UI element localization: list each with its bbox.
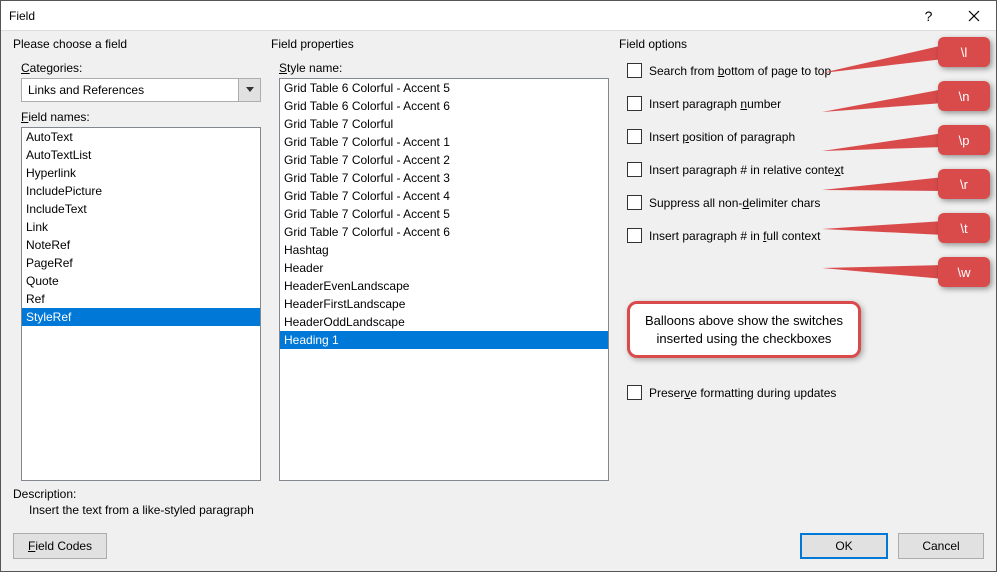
field-options-column: Field options Search from bottom of page…: [619, 37, 984, 481]
option-label: Search from bottom of page to top: [649, 64, 831, 78]
list-item[interactable]: Link: [22, 218, 260, 236]
choose-field-column: Please choose a field Categories: Links …: [13, 37, 261, 481]
help-button[interactable]: ?: [906, 1, 951, 31]
list-item[interactable]: IncludeText: [22, 200, 260, 218]
list-item[interactable]: Grid Table 6 Colorful - Accent 5: [280, 79, 608, 97]
switch-balloon: \r: [938, 169, 990, 199]
list-item[interactable]: Grid Table 7 Colorful - Accent 6: [280, 223, 608, 241]
list-item[interactable]: Grid Table 7 Colorful - Accent 1: [280, 133, 608, 151]
balloon-tail-icon: [814, 167, 954, 211]
close-icon: [968, 10, 980, 22]
option-checkbox[interactable]: [627, 96, 642, 111]
preserve-formatting-label: Preserve formatting during updates: [649, 386, 836, 400]
list-item[interactable]: Grid Table 6 Colorful - Accent 6: [280, 97, 608, 115]
list-item[interactable]: AutoText: [22, 128, 260, 146]
style-name-label: Style name:: [279, 61, 609, 75]
option-checkbox[interactable]: [627, 195, 642, 210]
list-item[interactable]: PageRef: [22, 254, 260, 272]
description-section: Description: Insert the text from a like…: [1, 481, 996, 519]
preserve-formatting-row: Preserve formatting during updates: [627, 385, 984, 400]
switch-balloon: \t: [938, 213, 990, 243]
button-row: Field Codes OK Cancel: [1, 519, 996, 571]
list-item[interactable]: StyleRef: [22, 308, 260, 326]
switch-balloon: \p: [938, 125, 990, 155]
balloon-tail-icon: [814, 123, 954, 167]
option-checkbox[interactable]: [627, 228, 642, 243]
list-item[interactable]: Grid Table 7 Colorful - Accent 5: [280, 205, 608, 223]
dialog-title: Field: [1, 9, 906, 23]
balloon-tail-icon: [814, 255, 954, 299]
list-item[interactable]: Hashtag: [280, 241, 608, 259]
switch-balloon: \n: [938, 81, 990, 111]
dialog-content: Please choose a field Categories: Links …: [1, 31, 996, 481]
list-item[interactable]: Grid Table 7 Colorful: [280, 115, 608, 133]
choose-field-label: Please choose a field: [13, 37, 261, 51]
list-item[interactable]: Header: [280, 259, 608, 277]
preserve-formatting-checkbox[interactable]: [627, 385, 642, 400]
balloon-tail-icon: [814, 211, 954, 255]
balloon-tail-icon: [814, 35, 954, 79]
switch-balloon: \l: [938, 37, 990, 67]
annotation-infobox: Balloons above show the switches inserte…: [627, 301, 861, 358]
description-label: Description:: [13, 487, 984, 501]
dropdown-arrow-icon: [238, 79, 260, 101]
option-checkbox[interactable]: [627, 63, 642, 78]
option-label: Insert paragraph number: [649, 97, 781, 111]
list-item[interactable]: Heading 1: [280, 331, 608, 349]
list-item[interactable]: HeaderOddLandscape: [280, 313, 608, 331]
list-item[interactable]: Grid Table 7 Colorful - Accent 2: [280, 151, 608, 169]
list-item[interactable]: Grid Table 7 Colorful - Accent 3: [280, 169, 608, 187]
option-label: Suppress all non-delimiter chars: [649, 196, 820, 210]
list-item[interactable]: Quote: [22, 272, 260, 290]
field-names-label: Field names:: [21, 110, 261, 124]
option-label: Insert position of paragraph: [649, 130, 795, 144]
list-item[interactable]: HeaderFirstLandscape: [280, 295, 608, 313]
list-item[interactable]: HeaderEvenLandscape: [280, 277, 608, 295]
switch-balloon: \w: [938, 257, 990, 287]
field-names-listbox[interactable]: AutoTextAutoTextListHyperlinkIncludePict…: [21, 127, 261, 481]
titlebar: Field ?: [1, 1, 996, 31]
field-codes-button[interactable]: Field Codes: [13, 533, 107, 559]
description-text: Insert the text from a like-styled parag…: [13, 501, 984, 517]
field-dialog: Field ? Please choose a field Categories…: [0, 0, 997, 572]
option-checkbox[interactable]: [627, 129, 642, 144]
categories-dropdown[interactable]: Links and References: [21, 78, 261, 102]
field-properties-column: Field properties Style name: Grid Table …: [271, 37, 609, 481]
categories-label: Categories:: [21, 61, 261, 75]
close-button[interactable]: [951, 1, 996, 31]
ok-button[interactable]: OK: [800, 533, 888, 559]
balloon-tail-icon: [814, 79, 954, 123]
cancel-button[interactable]: Cancel: [898, 533, 984, 559]
option-checkbox[interactable]: [627, 162, 642, 177]
list-item[interactable]: AutoTextList: [22, 146, 260, 164]
list-item[interactable]: IncludePicture: [22, 182, 260, 200]
style-name-listbox[interactable]: Grid Table 6 Colorful - Accent 5Grid Tab…: [279, 78, 609, 481]
option-label: Insert paragraph # in full context: [649, 229, 820, 243]
list-item[interactable]: NoteRef: [22, 236, 260, 254]
list-item[interactable]: Grid Table 7 Colorful - Accent 4: [280, 187, 608, 205]
field-properties-label: Field properties: [271, 37, 609, 51]
list-item[interactable]: Hyperlink: [22, 164, 260, 182]
list-item[interactable]: Ref: [22, 290, 260, 308]
categories-value: Links and References: [22, 83, 238, 97]
